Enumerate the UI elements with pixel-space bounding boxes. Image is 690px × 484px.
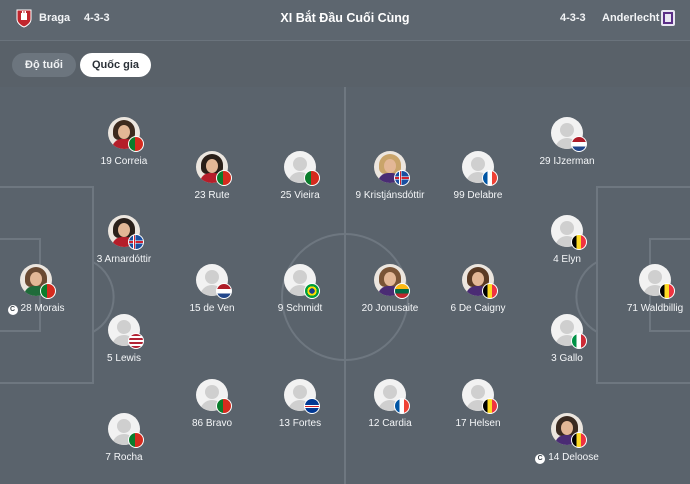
france-flag-icon [394, 398, 410, 414]
player-name-label: 20 Jonusaite [361, 303, 419, 314]
france-flag-icon [482, 170, 498, 186]
player-name: 5 Lewis [64, 353, 184, 364]
capeverde-flag-icon [304, 398, 320, 414]
away-team-name[interactable]: Anderlecht [602, 12, 659, 24]
player-name-label: 3 Arnardóttir [96, 254, 152, 265]
player-name-label: 29 IJzerman [539, 156, 595, 167]
player-name: C 14 Deloose [507, 452, 627, 464]
player-name-label: 13 Fortes [278, 418, 322, 429]
portugal-flag-icon [304, 170, 320, 186]
usa-flag-icon [128, 333, 144, 349]
view-toggle-bar: Độ tuổi Quốc gia [0, 41, 690, 87]
belgium-flag-icon [482, 398, 498, 414]
netherlands-flag-icon [216, 283, 232, 299]
player-name-label: 9 Schmidt [277, 303, 323, 314]
player-name-label: 3 Gallo [551, 353, 583, 364]
portugal-flag-icon [216, 398, 232, 414]
iceland-flag-icon [394, 170, 410, 186]
iceland-flag-icon [128, 234, 144, 250]
player-name-label: 5 Lewis [107, 353, 141, 364]
player-name: 29 IJzerman [507, 156, 627, 167]
player-name-label: 9 Kristjánsdóttir [355, 190, 425, 201]
captain-badge-icon: C [7, 305, 18, 315]
away-player-14-deloose[interactable]: C 14 Deloose [507, 413, 627, 473]
player-name-label: 19 Correia [100, 156, 148, 167]
italy-flag-icon [571, 333, 587, 349]
player-name-label: 6 De Caigny [450, 303, 506, 314]
player-name-label: 12 Cardia [368, 418, 412, 429]
player-name: 3 Gallo [507, 353, 627, 364]
portugal-flag-icon [40, 283, 56, 299]
brazil-flag-icon [304, 283, 320, 299]
player-name-label: 86 Bravo [191, 418, 233, 429]
nationality-toggle-button[interactable]: Quốc gia [80, 53, 151, 77]
away-player-29-ijzerman[interactable]: 29 IJzerman [507, 117, 627, 177]
away-formation: 4-3-3 [560, 12, 586, 24]
captain-badge-icon: C [535, 454, 546, 464]
portugal-flag-icon [128, 432, 144, 448]
player-name-label: 25 Vieira [280, 190, 320, 201]
belgium-flag-icon [571, 234, 587, 250]
player-name: 99 Delabre [418, 190, 538, 201]
player-name-label: 23 Rute [194, 190, 230, 201]
away-player-71-waldbillig[interactable]: 71 Waldbillig [595, 264, 690, 324]
player-name-label: 15 de Ven [189, 303, 235, 314]
player-name-label: 28 Morais [20, 303, 65, 314]
player-name-label: 4 Elyn [553, 254, 581, 265]
netherlands-flag-icon [571, 136, 587, 152]
player-name-label: 71 Waldbillig [626, 303, 684, 314]
belgium-flag-icon [482, 283, 498, 299]
player-name-label: 99 Delabre [453, 190, 503, 201]
player-name: 7 Rocha [64, 452, 184, 463]
player-name-label: 17 Helsen [455, 418, 501, 429]
belgium-flag-icon [659, 283, 675, 299]
portugal-flag-icon [216, 170, 232, 186]
player-name: 71 Waldbillig [595, 303, 690, 314]
page-title: XI Bắt Đầu Cuối Cùng [280, 11, 410, 25]
lithuania-flag-icon [394, 283, 410, 299]
portugal-flag-icon [128, 136, 144, 152]
belgium-flag-icon [571, 432, 587, 448]
player-name-label: 7 Rocha [105, 452, 143, 463]
age-toggle-button[interactable]: Độ tuổi [12, 53, 76, 77]
player-name-label: 14 Deloose [548, 452, 599, 463]
lineup-header: Braga 4-3-3 XI Bắt Đầu Cuối Cùng 4-3-3 A… [0, 0, 690, 41]
anderlecht-crest-icon [661, 10, 675, 26]
player-name: 6 De Caigny [418, 303, 538, 314]
